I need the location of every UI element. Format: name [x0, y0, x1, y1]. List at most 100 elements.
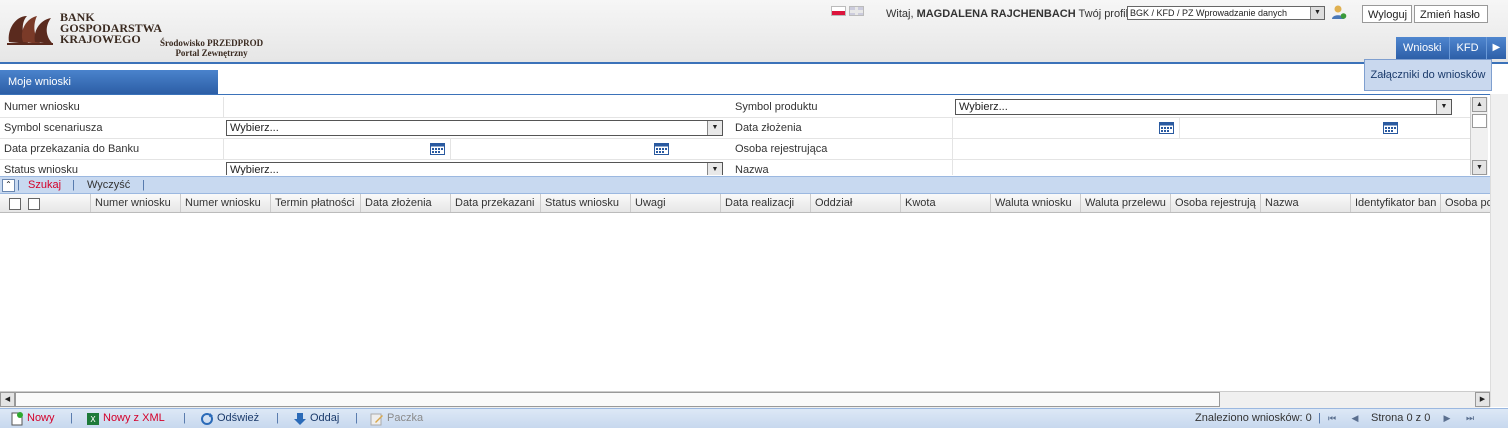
data-zlozenia-from-input[interactable] — [952, 118, 1179, 138]
separator: | — [72, 179, 75, 191]
form-scrollbar[interactable]: ▲ ▼ — [1470, 97, 1488, 175]
separator: | — [276, 412, 279, 424]
data-zlozenia-to-input[interactable] — [1179, 118, 1403, 138]
prev-page-icon[interactable]: ◀ — [1349, 412, 1361, 424]
flag-gb-icon[interactable] — [849, 6, 864, 16]
grid-vertical-scrollbar[interactable] — [1490, 94, 1508, 407]
search-bar: ⌃ | Szukaj | Wyczyść | — [0, 176, 1490, 194]
data-przekazania-from-input[interactable] — [223, 139, 450, 159]
filter-form: Numer wniosku Symbol produktu Wybierz...… — [0, 97, 1470, 175]
last-page-icon[interactable]: ⏭ — [1464, 412, 1476, 424]
calendar-icon[interactable] — [1159, 121, 1174, 134]
symbol-produktu-select[interactable]: Wybierz... ▼ — [955, 99, 1452, 115]
menu-item-wnioski[interactable]: Wnioski — [1396, 37, 1450, 59]
submit-button[interactable]: Oddaj — [293, 409, 339, 428]
col-termin-platnosci[interactable]: Termin płatności — [270, 194, 360, 212]
col-data-realizacji[interactable]: Data realizacji — [720, 194, 810, 212]
grid-horizontal-scrollbar[interactable]: ◀ ▶ — [0, 391, 1490, 408]
data-przekazania-to-input[interactable] — [450, 139, 674, 159]
col-nazwa[interactable]: Nazwa — [1260, 194, 1350, 212]
flag-pl-icon[interactable] — [831, 6, 846, 16]
scroll-thumb[interactable] — [1472, 114, 1487, 128]
scroll-down-icon[interactable]: ▼ — [1472, 160, 1487, 175]
collapse-icon[interactable]: ⌃ — [2, 179, 15, 192]
separator: | — [142, 179, 145, 191]
label-nazwa: Nazwa — [735, 164, 769, 175]
language-switcher — [831, 6, 864, 16]
search-button[interactable]: Szukaj — [28, 177, 61, 193]
select-page-checkbox[interactable] — [28, 198, 40, 210]
filter-row: Numer wniosku Symbol produktu Wybierz...… — [0, 97, 1470, 118]
new-button[interactable]: Nowy — [10, 409, 55, 428]
profile-label: Twój profil: — [1078, 8, 1132, 20]
label-data-zlozenia: Data złożenia — [735, 122, 802, 134]
new-document-icon — [11, 411, 23, 425]
col-numer-wniosku-2[interactable]: Numer wniosku — [180, 194, 270, 212]
col-oddzial[interactable]: Oddział — [810, 194, 900, 212]
col-waluta-wniosku[interactable]: Waluta wniosku — [990, 194, 1080, 212]
label-osoba-rejestrujaca: Osoba rejestrująca — [735, 143, 828, 155]
osoba-rejestrujaca-input[interactable] — [952, 139, 1470, 159]
submenu-item-zalaczniki[interactable]: Załączniki do wniosków — [1364, 59, 1492, 91]
filter-row: Status wniosku Wybierz... ▼ Nazwa — [0, 160, 1470, 175]
calendar-icon[interactable] — [1383, 121, 1398, 134]
refresh-icon — [201, 412, 213, 425]
col-osoba-po[interactable]: Osoba po — [1440, 194, 1490, 212]
clear-button[interactable]: Wyczyść — [87, 177, 130, 193]
label-status-wniosku: Status wniosku — [4, 164, 78, 175]
nazwa-input[interactable] — [952, 160, 1470, 175]
new-label: Nowy — [27, 412, 55, 424]
tab-moje-wnioski[interactable]: Moje wnioski — [0, 70, 218, 94]
pencil-icon — [370, 413, 383, 425]
calendar-icon[interactable] — [654, 142, 669, 155]
bgk-logo-icon — [7, 16, 53, 45]
calendar-icon[interactable] — [430, 142, 445, 155]
label-symbol-produktu: Symbol produktu — [735, 101, 818, 113]
svg-text:X: X — [90, 415, 96, 424]
symbol-scenariusza-select[interactable]: Wybierz... ▼ — [226, 120, 723, 136]
scroll-left-icon[interactable]: ◀ — [0, 392, 15, 407]
chevron-down-icon: ▼ — [1310, 7, 1324, 19]
new-from-xml-label: Nowy z XML — [103, 412, 165, 424]
chevron-down-icon: ▼ — [707, 121, 722, 135]
symbol-scenariusza-value: Wybierz... — [230, 122, 279, 134]
logout-button[interactable]: Wyloguj — [1362, 5, 1412, 23]
col-uwagi[interactable]: Uwagi — [630, 194, 720, 212]
menu-arrow-right-icon[interactable]: ▶ — [1487, 37, 1507, 59]
environment-label: Środowisko PRZEDPROD Portal Zewnętrzny — [160, 38, 263, 58]
col-numer-wniosku[interactable]: Numer wniosku — [90, 194, 180, 212]
scroll-thumb[interactable] — [15, 392, 1220, 407]
new-from-xml-button[interactable]: X Nowy z XML — [86, 409, 165, 428]
change-password-button[interactable]: Zmień hasło — [1414, 5, 1488, 23]
profile-select[interactable]: BGK / KFD / PZ Wprowadzanie danych ▼ — [1127, 6, 1325, 20]
main-menu: Wnioski KFD ▶ — [1396, 37, 1507, 59]
col-kwota[interactable]: Kwota — [900, 194, 990, 212]
page-indicator: Strona 0 z 0 — [1371, 412, 1431, 424]
col-osoba-rejestrujaca[interactable]: Osoba rejestrują — [1170, 194, 1260, 212]
user-icon[interactable] — [1331, 4, 1347, 20]
first-page-icon[interactable]: ⏮ — [1326, 412, 1338, 424]
batch-button: Paczka — [370, 409, 423, 428]
col-data-zlozenia[interactable]: Data złożenia — [360, 194, 450, 212]
scroll-up-icon[interactable]: ▲ — [1472, 97, 1487, 112]
col-data-przekazania[interactable]: Data przekazani — [450, 194, 540, 212]
filter-row: Data przekazania do Banku Osoba rejestru… — [0, 139, 1470, 160]
scroll-right-icon[interactable]: ▶ — [1475, 392, 1490, 407]
status-wniosku-select[interactable]: Wybierz... ▼ — [226, 162, 723, 175]
status-wniosku-value: Wybierz... — [230, 164, 279, 175]
col-waluta-przelewu[interactable]: Waluta przelewu — [1080, 194, 1170, 212]
profile-select-value: BGK / KFD / PZ Wprowadzanie danych — [1130, 8, 1288, 18]
user-name: MAGDALENA RAJCHENBACH — [916, 8, 1076, 20]
refresh-button[interactable]: Odśwież — [200, 409, 259, 428]
chevron-down-icon: ▼ — [1436, 100, 1451, 114]
xml-file-icon: X — [87, 412, 99, 425]
menu-item-kfd[interactable]: KFD — [1450, 37, 1487, 59]
col-status-wniosku[interactable]: Status wniosku — [540, 194, 630, 212]
col-identyfikator-banku[interactable]: Identyfikator ban — [1350, 194, 1440, 212]
next-page-icon[interactable]: ▶ — [1441, 412, 1453, 424]
label-numer-wniosku: Numer wniosku — [4, 101, 80, 113]
bank-name-line-3: KRAJOWEGO — [60, 32, 141, 46]
numer-wniosku-input[interactable] — [223, 97, 731, 117]
separator: | — [1318, 412, 1321, 424]
select-all-checkbox[interactable] — [9, 198, 21, 210]
